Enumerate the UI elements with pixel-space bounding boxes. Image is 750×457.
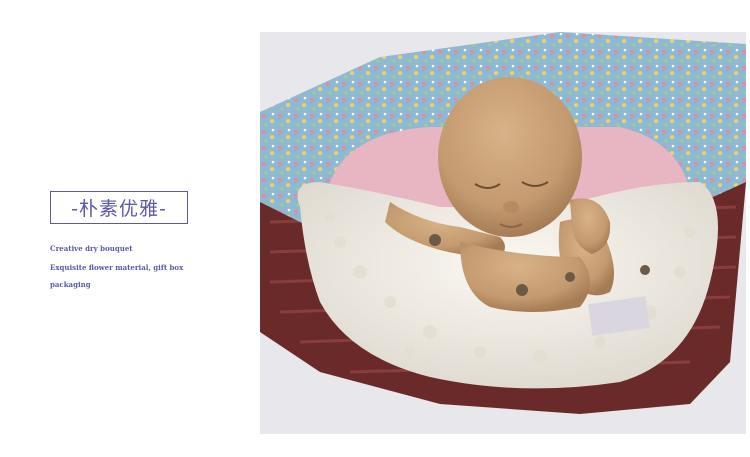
product-photo	[260, 32, 746, 434]
doll-head	[438, 77, 582, 237]
description-line-1: Creative dry bouquet	[50, 244, 133, 253]
doll-joint-4	[640, 265, 650, 275]
doll-joint-3	[565, 272, 575, 282]
description-line-2: Exquisite flower material, gift box	[50, 263, 184, 272]
product-photo-svg	[260, 32, 746, 434]
doll-joint-2	[516, 284, 528, 296]
doll-joint-1	[429, 234, 441, 246]
title-text: -朴素优雅-	[71, 198, 167, 220]
description-line-3: packaging	[50, 280, 91, 289]
title-box: -朴素优雅-	[50, 191, 188, 224]
doll-nose	[503, 201, 519, 213]
